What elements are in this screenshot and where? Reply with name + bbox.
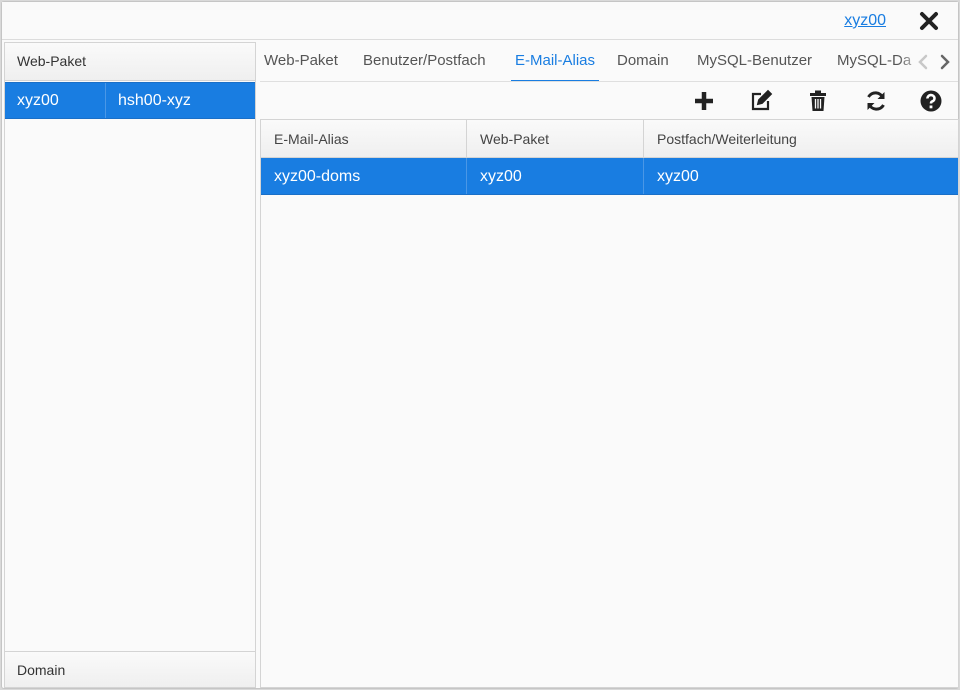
main-window: xyz00 Web-Paket xyz00 hsh00-xyz Domain W… [1,1,959,689]
list-item-name: xyz00 [5,83,106,118]
table-header: E-Mail-Alias Web-Paket Postfach/Weiterle… [261,120,958,158]
table-row[interactable]: xyz00-doms xyz00 xyz00 [261,158,958,195]
left-panel-header: Web-Paket [5,43,255,81]
tab-web-paket[interactable]: Web-Paket [260,42,342,81]
help-icon[interactable] [919,89,943,113]
toolbar [260,83,958,119]
list-item[interactable]: xyz00 hsh00-xyz [5,82,255,119]
alias-table: E-Mail-Alias Web-Paket Postfach/Weiterle… [260,119,959,688]
list-item-value: hsh00-xyz [118,92,191,109]
tab-bar: Web-Paket Benutzer/Postfach E-Mail-Alias… [260,42,958,82]
edit-icon[interactable] [749,89,773,113]
table-cell-postfach: xyz00 [657,168,699,185]
plus-icon[interactable] [692,89,716,113]
user-link[interactable]: xyz00 [844,12,886,30]
table-cell-alias: xyz00-doms [261,158,467,194]
column-header-web-paket[interactable]: Web-Paket [467,120,644,157]
tab-benutzer-postfach[interactable]: Benutzer/Postfach [359,42,490,81]
column-header-postfach[interactable]: Postfach/Weiterleitung [644,120,958,157]
table-cell-web-paket: xyz00 [467,158,644,194]
left-panel: Web-Paket xyz00 hsh00-xyz Domain [4,42,256,688]
right-panel: Web-Paket Benutzer/Postfach E-Mail-Alias… [260,42,959,688]
column-header-email-alias[interactable]: E-Mail-Alias [261,120,467,157]
left-panel-footer-domain[interactable]: Domain [5,651,255,687]
refresh-icon[interactable] [864,89,888,113]
trash-icon[interactable] [806,89,830,113]
top-bar: xyz00 [2,2,958,40]
tab-domain[interactable]: Domain [613,42,673,81]
close-icon[interactable] [918,10,940,32]
scroll-left-icon[interactable] [916,53,930,71]
scroll-right-icon[interactable] [938,53,952,71]
tab-mysql-benutzer[interactable]: MySQL-Benutzer [693,42,816,81]
tab-email-alias[interactable]: E-Mail-Alias [511,42,600,81]
